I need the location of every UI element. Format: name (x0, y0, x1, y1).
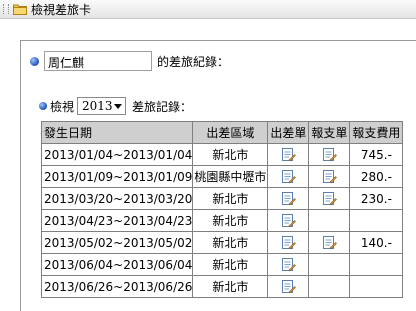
travel-record-panel: 周仁麒 的差旅紀錄： 檢視 2013 差旅記錄： 發生日期 出差區域 出差單 報… (20, 40, 416, 311)
table-header-row: 發生日期 出差區域 出差單 報支單 報支費用 (40, 121, 404, 144)
cell-report-form (308, 209, 351, 232)
window-titlebar: 檢視差旅卡 (0, 0, 416, 19)
report-document-icon[interactable] (322, 191, 337, 206)
report-document-icon[interactable] (322, 147, 337, 162)
bullet-icon (30, 56, 39, 66)
trip-document-icon[interactable] (281, 213, 296, 228)
cell-trip-form[interactable] (267, 231, 310, 254)
cell-trip-form[interactable] (267, 187, 310, 210)
header-report-form: 報支單 (308, 121, 351, 144)
cell-area: 新北市 (192, 187, 269, 210)
year-select-value: 2013 (82, 99, 113, 113)
report-document-icon[interactable] (322, 235, 337, 250)
cell-trip-form[interactable] (267, 165, 310, 188)
header-date: 發生日期 (40, 121, 194, 144)
cell-area: 桃園縣中壢市 (192, 165, 269, 188)
employee-name-field[interactable]: 周仁麒 (44, 51, 152, 71)
cell-report-form[interactable] (308, 165, 351, 188)
cell-date: 2013/06/26~2013/06/26 (40, 275, 194, 298)
table-row: 2013/05/02~2013/05/02 新北市 140.- (40, 231, 404, 254)
cell-report-form[interactable] (308, 143, 351, 166)
header-trip-form: 出差單 (267, 121, 310, 144)
trip-document-icon[interactable] (281, 169, 296, 184)
trip-document-icon[interactable] (281, 257, 296, 272)
cell-area: 新北市 (192, 275, 269, 298)
cell-report-form[interactable] (308, 187, 351, 210)
year-select[interactable]: 2013 (77, 97, 127, 115)
cell-date: 2013/04/23~2013/04/23 (40, 209, 194, 232)
cell-date: 2013/03/20~2013/03/20 (40, 187, 194, 210)
cell-area: 新北市 (192, 231, 269, 254)
report-document-icon[interactable] (322, 169, 337, 184)
cell-trip-form[interactable] (267, 253, 310, 276)
cell-fee (349, 209, 404, 232)
trip-document-icon[interactable] (281, 147, 296, 162)
table-row: 2013/01/04~2013/01/04 新北市 745.- (40, 143, 404, 166)
cell-date: 2013/05/02~2013/05/02 (40, 231, 194, 254)
employee-row: 周仁麒 的差旅紀錄： (30, 51, 229, 71)
year-label: 檢視 (50, 99, 75, 114)
header-area: 出差區域 (192, 121, 269, 144)
cell-trip-form[interactable] (267, 275, 310, 298)
year-suffix-label: 差旅記錄： (132, 99, 193, 114)
trip-document-icon[interactable] (281, 191, 296, 206)
bullet-icon (39, 102, 47, 110)
table-row: 2013/06/04~2013/06/04 新北市 (40, 253, 404, 276)
table-row: 2013/01/09~2013/01/09 桃園縣中壢市 280.- (40, 165, 404, 188)
window-title: 檢視差旅卡 (31, 2, 92, 17)
header-fee: 報支費用 (349, 121, 404, 144)
year-row: 檢視 2013 差旅記錄： (39, 97, 192, 115)
cell-fee: 140.- (349, 231, 404, 254)
cell-trip-form[interactable] (267, 209, 310, 232)
cell-date: 2013/06/04~2013/06/04 (40, 253, 194, 276)
cell-area: 新北市 (192, 253, 269, 276)
cell-trip-form[interactable] (267, 143, 310, 166)
folder-icon (13, 3, 27, 15)
trip-document-icon[interactable] (281, 279, 296, 294)
table-row: 2013/04/23~2013/04/23 新北市 (40, 209, 404, 232)
cell-fee (349, 275, 404, 298)
table-body: 2013/01/04~2013/01/04 新北市 745.- 2013/01/09~… (40, 143, 404, 298)
cell-fee: 745.- (349, 143, 404, 166)
cell-fee: 280.- (349, 165, 404, 188)
cell-report-form (308, 253, 351, 276)
cell-report-form[interactable] (308, 231, 351, 254)
cell-area: 新北市 (192, 143, 269, 166)
cell-fee (349, 253, 404, 276)
cell-date: 2013/01/09~2013/01/09 (40, 165, 194, 188)
chevron-down-icon[interactable] (114, 104, 123, 109)
cell-fee: 230.- (349, 187, 404, 210)
travel-records-table: 發生日期 出差區域 出差單 報支單 報支費用 2013/01/04~2013/0… (40, 121, 404, 298)
table-row: 2013/06/26~2013/06/26 新北市 (40, 275, 404, 298)
cell-report-form (308, 275, 351, 298)
cell-area: 新北市 (192, 209, 269, 232)
employee-suffix-label: 的差旅紀錄： (157, 54, 230, 69)
cell-date: 2013/01/04~2013/01/04 (40, 143, 194, 166)
table-row: 2013/03/20~2013/03/20 新北市 230.- (40, 187, 404, 210)
trip-document-icon[interactable] (281, 235, 296, 250)
grip-handle-icon (3, 4, 9, 14)
